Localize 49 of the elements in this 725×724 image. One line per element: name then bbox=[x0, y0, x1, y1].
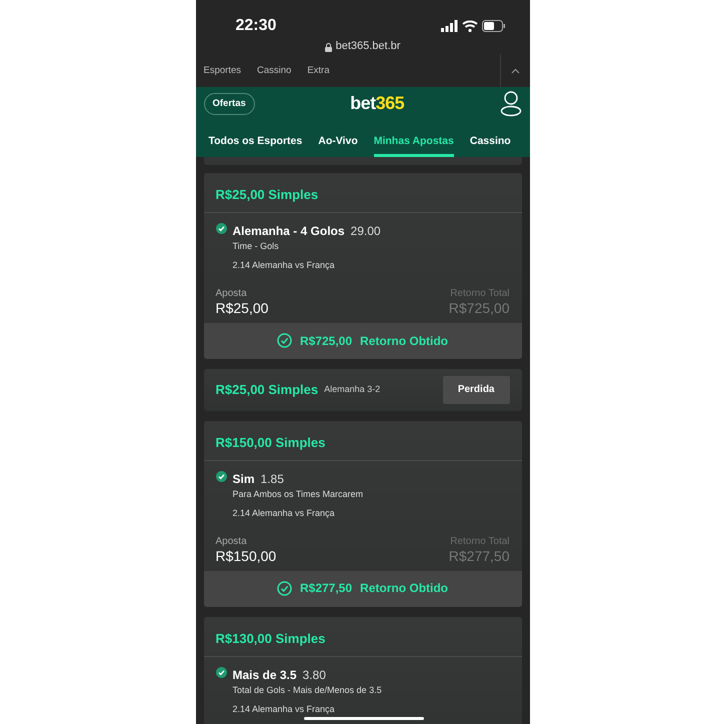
bet-title: R$25,00 Simples bbox=[216, 187, 318, 202]
stake-value: R$150,00 bbox=[216, 548, 276, 565]
nav-link[interactable]: Esportes bbox=[204, 64, 241, 76]
selection-name: Alemanha - 4 Golos bbox=[232, 224, 345, 238]
selection-name: Sim bbox=[232, 472, 255, 486]
nav-link[interactable]: Cassino bbox=[257, 64, 292, 76]
result-label: Retorno Obtido bbox=[360, 334, 448, 348]
return-value: R$725,00 bbox=[448, 300, 510, 317]
return-label: Retorno Total bbox=[449, 288, 510, 300]
tab[interactable]: Cassino bbox=[470, 121, 511, 157]
battery-icon bbox=[482, 20, 506, 32]
bet-result: Alemanha 3-2 bbox=[324, 384, 380, 396]
check-circle-icon bbox=[276, 333, 292, 348]
event-name: 2.14 Alemanha vs França bbox=[232, 704, 336, 714]
result-amount: R$277,50 bbox=[300, 581, 352, 596]
bet-title: R$25,00 Simples bbox=[216, 382, 318, 398]
check-circle-icon bbox=[276, 581, 292, 596]
chevron-up-icon[interactable] bbox=[510, 68, 520, 74]
market-name: Total de Gols - Mais de/Menos de 3.5 bbox=[232, 684, 382, 696]
selection-name: Mais de 3.5 bbox=[232, 668, 297, 682]
odds: 1.85 bbox=[260, 472, 284, 486]
bet-title: R$150,00 Simples bbox=[216, 434, 326, 450]
odds: 3.80 bbox=[302, 668, 326, 682]
event-name: 2.14 Alemanha vs França bbox=[232, 508, 336, 519]
stake-value: R$25,00 bbox=[216, 300, 268, 317]
status-button[interactable]: Perdida bbox=[442, 376, 510, 404]
clock: 22:30 bbox=[236, 16, 276, 36]
url-text: bet365.bet.br bbox=[336, 40, 400, 54]
odds: 29.00 bbox=[350, 224, 381, 238]
result-amount: R$725,00 bbox=[300, 334, 352, 348]
stake-label: Aposta bbox=[216, 536, 248, 548]
wifi-icon bbox=[462, 20, 478, 32]
market-name: Para Ambos os Times Marcarem bbox=[232, 489, 364, 500]
logo[interactable]: bet365 bbox=[350, 93, 404, 115]
return-value: R$277,50 bbox=[448, 548, 510, 565]
bet-title: R$130,00 Simples bbox=[216, 630, 326, 646]
tab[interactable]: Ao-Vivo bbox=[318, 121, 358, 157]
user-icon[interactable] bbox=[500, 91, 522, 117]
result-label: Retorno Obtido bbox=[360, 581, 448, 596]
nav-link[interactable]: Extra bbox=[307, 64, 330, 76]
event-name: 2.14 Alemanha vs França bbox=[232, 260, 336, 271]
lock-icon bbox=[324, 42, 332, 52]
bet-card[interactable]: R$25,00 Simples Alemanha 3-2 Perdida bbox=[204, 368, 522, 411]
tab[interactable]: Todos os Esportes bbox=[208, 121, 302, 157]
stake-label: Aposta bbox=[216, 288, 248, 300]
signal-icon bbox=[440, 20, 458, 32]
offers-button[interactable]: Ofertas bbox=[204, 93, 255, 115]
market-name: Time - Gols bbox=[232, 241, 280, 252]
return-label: Retorno Total bbox=[449, 536, 510, 548]
